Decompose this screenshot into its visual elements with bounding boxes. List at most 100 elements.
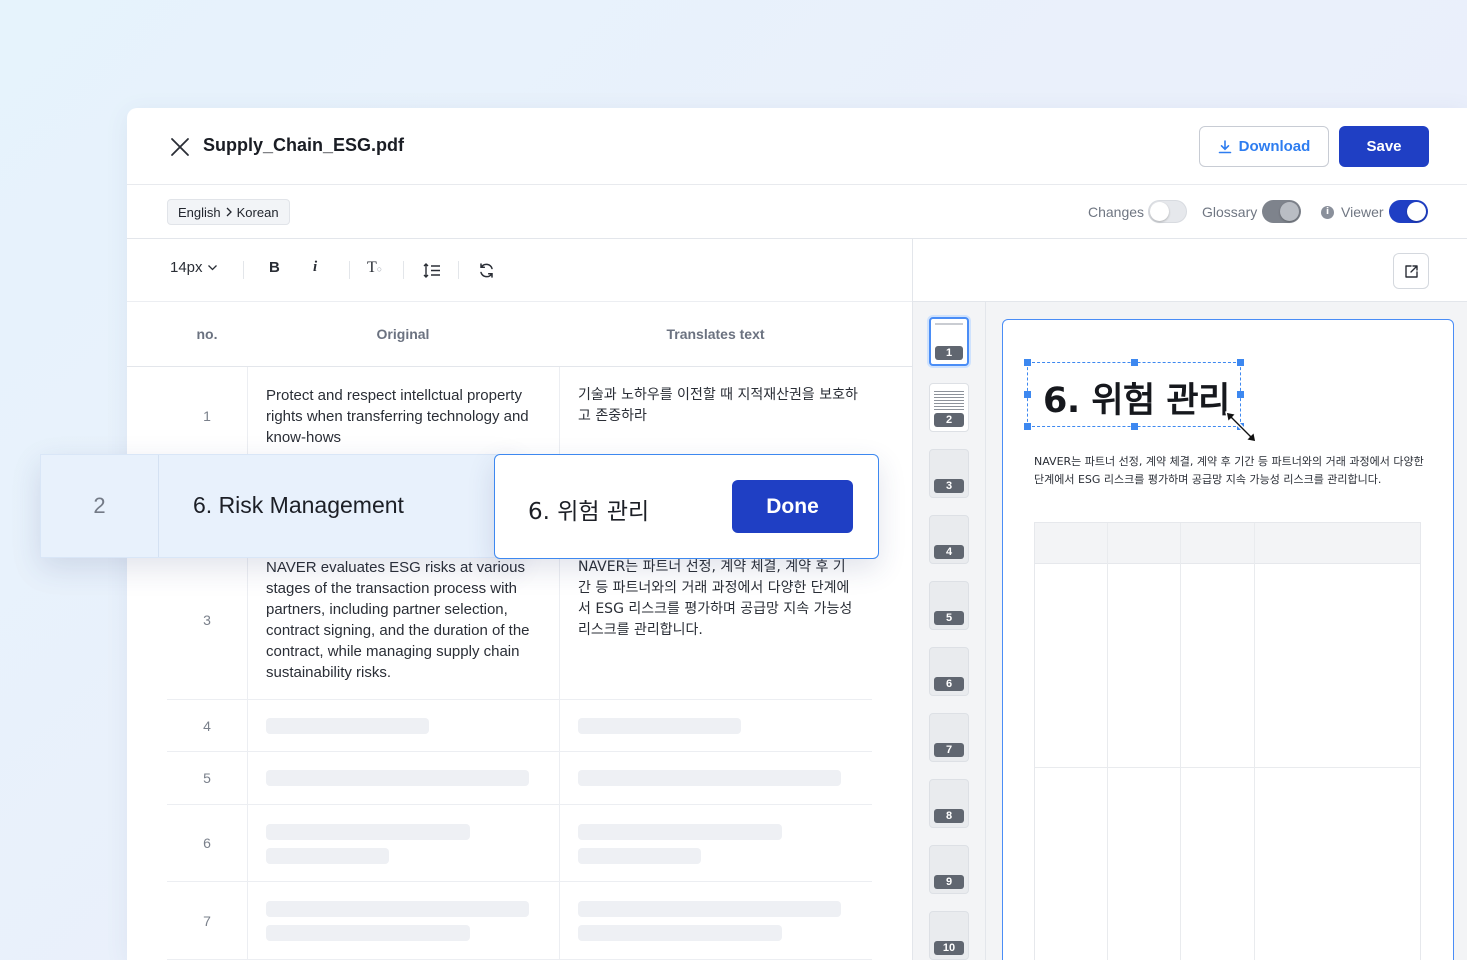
page-number: 8 bbox=[934, 809, 964, 823]
download-label: Download bbox=[1238, 138, 1311, 155]
page-thumbnail[interactable]: 5 bbox=[929, 581, 969, 630]
translated-text: NAVER는 파트너 선정, 계약 체결, 계약 후 기간 등 파트너와의 거래… bbox=[578, 559, 853, 638]
resize-handle[interactable] bbox=[1131, 423, 1138, 430]
original-cell[interactable] bbox=[247, 700, 559, 751]
glossary-toggle[interactable] bbox=[1262, 200, 1301, 223]
bold-icon[interactable]: B bbox=[269, 259, 280, 276]
loading-placeholder bbox=[578, 848, 701, 864]
line-height-icon[interactable] bbox=[423, 263, 441, 278]
translated-cell[interactable] bbox=[559, 752, 872, 804]
column-translated: Translates text bbox=[666, 326, 765, 342]
table-header: no. Original Translates text bbox=[127, 302, 912, 367]
column-original: Original bbox=[376, 326, 430, 342]
table-row[interactable]: 5 bbox=[167, 752, 872, 805]
page-thumbnail[interactable]: 3 bbox=[929, 449, 969, 498]
page-thumbnail[interactable]: 4 bbox=[929, 515, 969, 564]
translated-cell[interactable] bbox=[559, 805, 872, 881]
resize-handle[interactable] bbox=[1237, 359, 1244, 366]
row-number: 3 bbox=[203, 612, 211, 628]
translation-input[interactable]: 6. 위험 관리 bbox=[528, 492, 649, 526]
save-button[interactable]: Save bbox=[1339, 126, 1429, 167]
table-row[interactable]: 1 Protect and respect intellctual proper… bbox=[167, 367, 872, 455]
original-cell[interactable]: Protect and respect intellctual property… bbox=[247, 367, 559, 454]
done-button[interactable]: Done bbox=[732, 480, 853, 533]
format-toolbar: 14px B i T○ bbox=[127, 239, 912, 302]
page-number: 2 bbox=[934, 413, 964, 427]
table-gridline bbox=[1035, 767, 1420, 768]
resize-handle[interactable] bbox=[1024, 423, 1031, 430]
loading-placeholder bbox=[266, 901, 529, 917]
table-row[interactable]: 6 bbox=[167, 805, 872, 882]
subheader: English Korean Changes Glossary i Viewer bbox=[127, 185, 1467, 239]
translation-editor[interactable]: 6. 위험 관리 Done bbox=[494, 454, 879, 559]
original-cell[interactable] bbox=[247, 805, 559, 881]
toolbar-divider bbox=[403, 261, 404, 279]
translated-cell[interactable] bbox=[559, 882, 872, 959]
thumbnail-text-lines bbox=[934, 389, 964, 411]
close-icon[interactable] bbox=[169, 136, 191, 158]
resize-handle[interactable] bbox=[1024, 359, 1031, 366]
column-no: no. bbox=[196, 326, 218, 342]
document-page[interactable]: 6. 위험 관리 NAVER는 파트너 선정, 계약 체결, 계약 후 기간 등… bbox=[1002, 319, 1454, 960]
loading-placeholder bbox=[266, 824, 470, 840]
changes-toggle[interactable] bbox=[1148, 200, 1187, 223]
loading-placeholder bbox=[266, 848, 389, 864]
header: Supply_Chain_ESG.pdf Download Save bbox=[127, 108, 1467, 185]
table-gridline bbox=[1180, 523, 1181, 960]
page-thumbnail[interactable]: 1 bbox=[929, 317, 969, 366]
resize-handle[interactable] bbox=[1024, 391, 1031, 398]
translated-cell[interactable] bbox=[559, 700, 872, 751]
resize-handle[interactable] bbox=[1237, 391, 1244, 398]
toolbar-divider bbox=[458, 261, 459, 279]
viewer-toolbar bbox=[913, 239, 1467, 302]
page-thumbnail[interactable]: 6 bbox=[929, 647, 969, 696]
translated-text: 기술과 노하우를 이전할 때 지적재산권을 보호하고 존중하라 bbox=[578, 387, 858, 424]
text-style-icon[interactable]: T○ bbox=[367, 259, 382, 277]
page-paragraph[interactable]: NAVER는 파트너 선정, 계약 체결, 계약 후 기간 등 파트너와의 거래… bbox=[1034, 453, 1434, 489]
thumbnail-text-line bbox=[935, 323, 963, 325]
refresh-icon[interactable] bbox=[478, 262, 495, 279]
download-button[interactable]: Download bbox=[1199, 126, 1329, 167]
editing-row[interactable]: 2 6. Risk Management bbox=[40, 454, 516, 558]
translated-cell[interactable]: 기술과 노하우를 이전할 때 지적재산권을 보호하고 존중하라 bbox=[559, 367, 872, 454]
toolbar-divider bbox=[349, 261, 350, 279]
page-thumbnail[interactable]: 9 bbox=[929, 845, 969, 894]
page-number: 7 bbox=[934, 743, 964, 757]
page-table-header bbox=[1035, 523, 1420, 564]
target-language: Korean bbox=[236, 204, 279, 220]
row-number: 4 bbox=[203, 718, 211, 734]
open-external-button[interactable] bbox=[1393, 253, 1429, 289]
selection-box[interactable] bbox=[1024, 359, 1244, 430]
loading-placeholder bbox=[578, 770, 841, 786]
page-thumbnail[interactable]: 8 bbox=[929, 779, 969, 828]
page-thumbnail[interactable]: 2 bbox=[929, 383, 969, 432]
toggle-knob bbox=[1150, 202, 1169, 221]
page-thumbnails: 1 2 3 4 5 6 7 8 9 10 bbox=[913, 302, 986, 960]
file-name: Supply_Chain_ESG.pdf bbox=[203, 135, 405, 155]
page-thumbnail[interactable]: 7 bbox=[929, 713, 969, 762]
page-number: 4 bbox=[934, 545, 964, 559]
page-number: 1 bbox=[935, 346, 963, 360]
external-link-icon bbox=[1404, 264, 1418, 278]
table-row[interactable]: 4 bbox=[167, 700, 872, 752]
loading-placeholder bbox=[578, 901, 841, 917]
changes-label: Changes bbox=[1088, 204, 1145, 220]
font-size-select[interactable]: 14px bbox=[170, 259, 218, 276]
editing-original-text: 6. Risk Management bbox=[193, 492, 404, 518]
table-row[interactable]: 7 bbox=[167, 882, 872, 960]
page-number: 6 bbox=[934, 677, 964, 691]
original-cell[interactable] bbox=[247, 882, 559, 959]
language-pair[interactable]: English Korean bbox=[167, 199, 290, 225]
italic-icon[interactable]: i bbox=[313, 259, 317, 276]
page-number: 10 bbox=[934, 941, 964, 955]
viewer-toggle[interactable] bbox=[1389, 200, 1428, 223]
font-size-value: 14px bbox=[170, 259, 203, 276]
info-icon[interactable]: i bbox=[1321, 206, 1334, 219]
original-text: NAVER evaluates ESG risks at various sta… bbox=[266, 559, 530, 681]
chevron-down-icon bbox=[207, 265, 217, 271]
download-icon bbox=[1218, 139, 1231, 153]
page-thumbnail[interactable]: 10 bbox=[929, 911, 969, 960]
page-number: 3 bbox=[934, 479, 964, 493]
original-cell[interactable] bbox=[247, 752, 559, 804]
resize-handle[interactable] bbox=[1131, 359, 1138, 366]
